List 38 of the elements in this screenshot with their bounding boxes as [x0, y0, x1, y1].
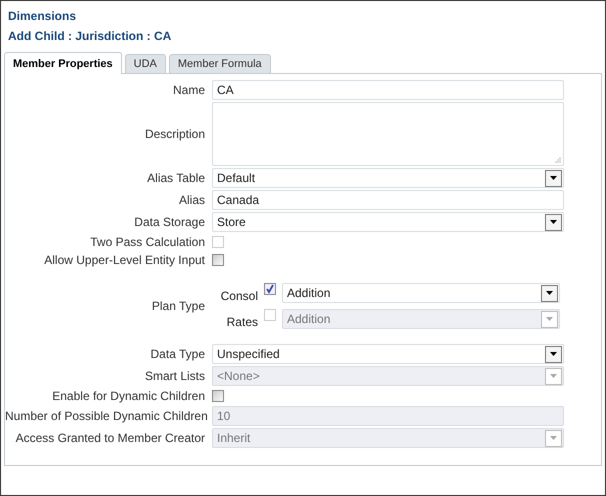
text-field[interactable]: Canada — [212, 190, 564, 210]
field-label: Number of Possible Dynamic Children — [5, 409, 209, 423]
caret-icon — [541, 284, 558, 302]
dropdown[interactable]: Store — [212, 212, 564, 232]
resize-grip-icon[interactable] — [554, 156, 561, 163]
caret-icon — [541, 310, 558, 328]
tab[interactable]: UDA — [124, 54, 166, 73]
checkbox[interactable] — [264, 283, 276, 295]
caret-icon — [545, 170, 562, 186]
field-label: Data Storage — [133, 215, 206, 229]
tab[interactable]: Member Properties — [4, 52, 122, 74]
dialog-subtitle: Add Child : Jurisdiction : CA — [7, 28, 172, 45]
field-label: Name — [172, 83, 206, 97]
caret-icon — [545, 430, 562, 446]
field-label: Allow Upper-Level Entity Input — [43, 253, 206, 267]
field-label: Access Granted to Member Creator — [14, 431, 206, 445]
caret-icon — [545, 214, 562, 230]
checkbox[interactable] — [212, 390, 224, 402]
dropdown[interactable]: Unspecified — [212, 344, 564, 364]
field-label: Plan Type — [150, 299, 206, 313]
checkbox[interactable] — [212, 254, 224, 266]
field-label: Alias Table — [146, 171, 206, 185]
caret-icon — [545, 368, 562, 384]
caret-icon — [545, 346, 562, 362]
field-label: Two Pass Calculation — [89, 235, 206, 249]
plan-label: Rates — [226, 315, 258, 329]
tab[interactable]: Member Formula — [168, 54, 271, 73]
dialog-title: Dimensions — [7, 8, 78, 25]
plan-label: Consol — [220, 289, 258, 303]
field-label: Smart Lists — [144, 369, 206, 383]
dropdown[interactable]: Default — [212, 168, 564, 188]
field-label: Alias — [178, 193, 206, 207]
field-label: Enable for Dynamic Children — [51, 389, 206, 403]
dropdown[interactable]: Addition — [282, 283, 560, 303]
description-field[interactable] — [212, 102, 564, 166]
field-label: Data Type — [150, 347, 206, 361]
field-label: Description — [144, 127, 206, 141]
text-field[interactable]: CA — [212, 80, 564, 100]
